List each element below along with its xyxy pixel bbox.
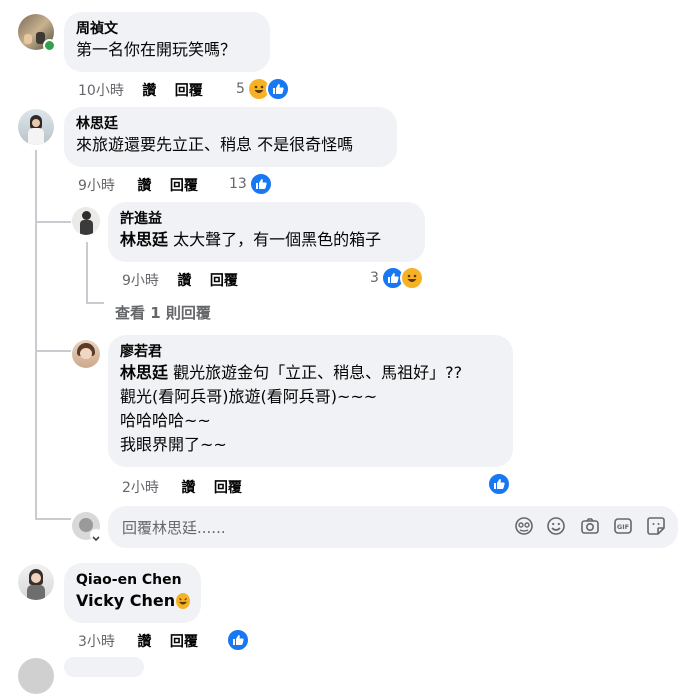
comment-author[interactable]: Qiao-en Chen: [76, 571, 189, 589]
reply-text-line: 我眼界開了~~: [120, 435, 227, 454]
comment-bubble: Qiao-en Chen Vicky Chen: [64, 563, 201, 623]
reaction-summary[interactable]: 3: [370, 266, 424, 290]
reply-input-box[interactable]: 回覆林思廷...... GIF: [108, 506, 678, 548]
thread-branch: [35, 350, 71, 352]
reply-meta: 2小時 讚 回覆: [122, 477, 242, 497]
comment-meta: 10小時 讚 回覆: [78, 80, 203, 100]
comment-bubble: 林思廷 來旅遊還要先立正、稍息 不是很奇怪嗎: [64, 107, 397, 167]
reply-button[interactable]: 回覆: [170, 634, 198, 650]
comment-time[interactable]: 9小時: [78, 178, 115, 194]
reaction-summary[interactable]: [487, 472, 511, 496]
sticker-icon[interactable]: [646, 516, 666, 536]
like-button[interactable]: 讚: [137, 634, 151, 650]
reaction-count: 5: [236, 81, 245, 97]
reaction-summary[interactable]: 5: [236, 77, 290, 101]
avatar-sticker-icon[interactable]: [514, 516, 534, 536]
mention-link[interactable]: 林思廷: [120, 363, 168, 382]
like-button[interactable]: 讚: [137, 178, 151, 194]
avatar[interactable]: [18, 564, 54, 600]
reply-button[interactable]: 回覆: [214, 480, 242, 496]
thread-branch: [35, 518, 71, 520]
reaction-count: 3: [370, 270, 379, 286]
reply-bubble: 許進益 林思廷 太大聲了，有一個黑色的箱子: [108, 202, 425, 262]
like-button[interactable]: 讚: [181, 480, 195, 496]
svg-text:GIF: GIF: [617, 523, 629, 531]
avatar[interactable]: [18, 658, 54, 694]
reaction-count: 13: [229, 176, 247, 192]
chevron-down-icon[interactable]: [90, 529, 102, 542]
comment-time[interactable]: 3小時: [78, 634, 115, 650]
reply-author[interactable]: 廖若君: [120, 343, 501, 361]
avatar[interactable]: [72, 207, 100, 235]
reply-text-line: 林思廷 觀光旅遊金句「立正、稍息、馬祖好」??: [120, 363, 463, 382]
mention-link[interactable]: 林思廷: [120, 230, 168, 249]
avatar[interactable]: [18, 109, 54, 145]
like-reaction-icon: [226, 628, 250, 652]
reply-meta: 9小時 讚 回覆: [122, 270, 238, 290]
comment-text: 來旅遊還要先立正、稍息 不是很奇怪嗎: [76, 135, 354, 154]
like-reaction-icon: [487, 472, 511, 496]
haha-reaction-icon: [399, 266, 424, 290]
reply-time[interactable]: 2小時: [122, 480, 159, 496]
online-status-dot: [43, 39, 56, 52]
mention-link[interactable]: Vicky Chen: [76, 589, 175, 613]
comment-time[interactable]: 10小時: [78, 83, 124, 99]
reply-text-line: 觀光(看阿兵哥)旅遊(看阿兵哥)~~~: [120, 387, 378, 406]
thread-branch: [86, 302, 104, 304]
reply-button[interactable]: 回覆: [175, 83, 203, 99]
comment-text: Vicky Chen: [76, 589, 191, 613]
emoji-icon[interactable]: [546, 516, 566, 536]
reply-bubble: 廖若君 林思廷 觀光旅遊金句「立正、稍息、馬祖好」?? 觀光(看阿兵哥)旅遊(看…: [108, 335, 513, 467]
reply-input[interactable]: 回覆林思廷......: [122, 517, 226, 538]
reply-text: 林思廷 太大聲了，有一個黑色的箱子: [120, 230, 382, 249]
like-button[interactable]: 讚: [142, 83, 156, 99]
like-reaction-icon: [248, 172, 273, 196]
reply-time[interactable]: 9小時: [122, 273, 159, 289]
view-more-replies-link[interactable]: 查看 1 則回覆: [115, 302, 211, 323]
thread-branch: [35, 221, 71, 223]
reaction-summary[interactable]: [226, 628, 250, 652]
reply-text-line: 哈哈哈哈~~: [120, 411, 211, 430]
gif-icon[interactable]: GIF: [613, 516, 633, 536]
comment-bubble: 周禎文 第一名你在開玩笑嗎？: [64, 12, 270, 72]
haha-reaction-icon: [176, 593, 191, 609]
comment-author[interactable]: 周禎文: [76, 20, 258, 38]
comment-meta: 3小時 讚 回覆: [78, 631, 198, 651]
like-reaction-icon: [265, 77, 290, 101]
comment-bubble: [64, 657, 144, 677]
comment-meta: 9小時 讚 回覆: [78, 175, 198, 195]
comment-author[interactable]: 林思廷: [76, 115, 385, 133]
thread-line: [35, 150, 37, 518]
like-button[interactable]: 讚: [177, 273, 191, 289]
reaction-summary[interactable]: 13: [229, 172, 273, 196]
reply-button[interactable]: 回覆: [170, 178, 198, 194]
reply-author[interactable]: 許進益: [120, 210, 413, 228]
reply-button[interactable]: 回覆: [210, 273, 238, 289]
comment-text: 第一名你在開玩笑嗎？: [76, 40, 237, 59]
camera-icon[interactable]: [580, 516, 600, 536]
avatar[interactable]: [72, 340, 100, 368]
thread-line: [86, 242, 88, 302]
